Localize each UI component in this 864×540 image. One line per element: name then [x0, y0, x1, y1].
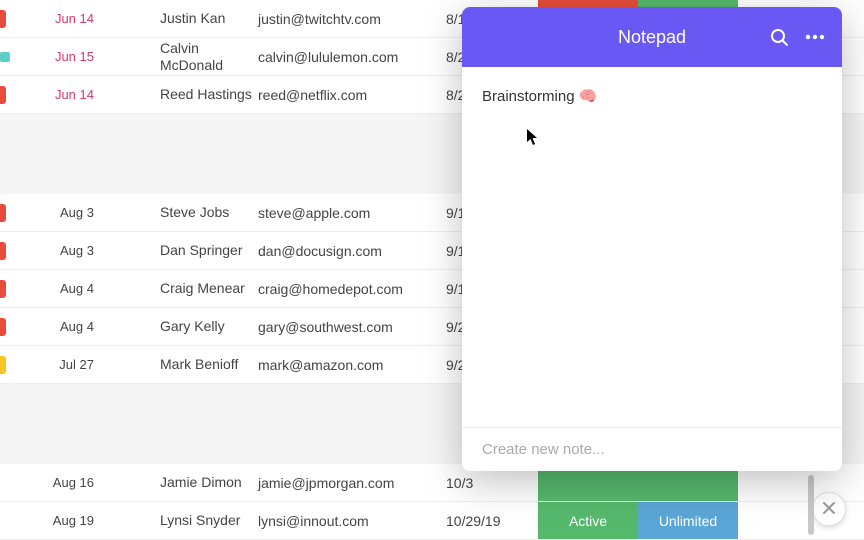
row-name: Reed Hastings [118, 86, 258, 103]
row-date: Aug 16 [0, 475, 118, 490]
row-date: Aug 4 [0, 319, 118, 334]
notepad-panel: Notepad Brainstorming 🧠 [462, 7, 842, 471]
new-note-input[interactable] [482, 441, 822, 458]
row-email: craig@homedepot.com [258, 281, 446, 297]
row-email: calvin@lululemon.com [258, 49, 446, 65]
row-name: Mark Benioff [118, 356, 258, 373]
row-marker [0, 318, 6, 336]
row-email: lynsi@innout.com [258, 513, 446, 529]
row-date: Jun 14 [0, 87, 118, 102]
row-marker [0, 356, 6, 374]
row-date2: 10/29/19 [446, 513, 516, 529]
row-date: Jun 15 [0, 49, 118, 64]
row-name: Craig Menear [118, 280, 258, 297]
row-segment: ActiveUnlimited [538, 502, 738, 539]
row-date: Aug 4 [0, 281, 118, 296]
row-date: Aug 3 [0, 205, 118, 220]
close-icon [822, 499, 836, 520]
row-date: Jul 27 [0, 357, 118, 372]
row-name: Lynsi Snyder [118, 512, 258, 529]
unlimited-button[interactable]: Unlimited [638, 502, 738, 539]
row-email: steve@apple.com [258, 205, 446, 221]
row-marker [0, 86, 6, 104]
scrollbar[interactable] [808, 475, 814, 535]
row-date: Aug 3 [0, 243, 118, 258]
active-button[interactable]: Active [538, 502, 638, 539]
notepad-title: Notepad [618, 27, 686, 48]
row-email: justin@twitchtv.com [258, 11, 446, 27]
row-marker [0, 52, 10, 62]
row-marker [0, 280, 6, 298]
row-name: Steve Jobs [118, 204, 258, 221]
row-marker [0, 10, 6, 28]
row-email: jamie@jpmorgan.com [258, 475, 446, 491]
row-name: Dan Springer [118, 242, 258, 259]
notepad-body[interactable]: Brainstorming 🧠 [462, 67, 842, 427]
row-email: dan@docusign.com [258, 243, 446, 259]
row-date2: 10/3 [446, 475, 516, 491]
row-marker [0, 204, 6, 222]
row-email: gary@southwest.com [258, 319, 446, 335]
row-name: Jamie Dimon [118, 474, 258, 491]
table-row[interactable]: Aug 19Lynsi Snyderlynsi@innout.com10/29/… [0, 502, 864, 540]
row-name: Justin Kan [118, 10, 258, 27]
row-name: Gary Kelly [118, 318, 258, 335]
row-date: Jun 14 [0, 11, 118, 26]
more-icon[interactable] [804, 26, 826, 48]
search-icon[interactable] [768, 26, 790, 48]
segment-stub-right [638, 0, 738, 7]
row-name: Calvin McDonald [118, 40, 258, 74]
row-email: reed@netflix.com [258, 87, 446, 103]
segment-stub [538, 0, 738, 7]
row-email: mark@amazon.com [258, 357, 446, 373]
notepad-header: Notepad [462, 7, 842, 67]
row-marker [0, 242, 6, 260]
notepad-footer [462, 427, 842, 471]
row-date: Aug 19 [0, 513, 118, 528]
note-text: Brainstorming 🧠 [482, 87, 822, 105]
close-button[interactable] [812, 492, 846, 526]
segment-stub-left [538, 0, 638, 7]
